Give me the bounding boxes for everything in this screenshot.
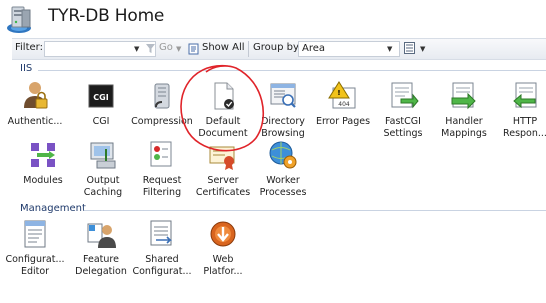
chevron-down-icon: ▼ [387,45,393,53]
feature-request-filtering[interactable]: Request Filtering [131,139,193,199]
show-all-icon [188,43,199,55]
feature-web-platform[interactable]: Web Platfor... [192,218,254,278]
filter-label: Filter: [15,42,43,53]
request-filtering-icon [150,141,172,167]
feature-cgi[interactable]: CGI CGI [70,80,132,128]
feature-label: Handler Mappings [441,116,487,139]
feature-label: Authentic... [7,116,63,127]
feature-error-pages[interactable]: ! 404 Error Pages [312,80,374,128]
view-dropdown-icon[interactable]: ▼ [420,45,425,53]
section-title-iis: IIS [20,63,33,74]
feature-label: CGI [92,116,110,127]
feature-output-caching[interactable]: Output Caching [72,139,134,199]
feature-label: Directory Browsing [261,116,305,139]
feature-label: Feature Delegation [75,254,127,277]
web-platform-icon [210,221,236,247]
feature-label: Modules [23,175,63,186]
group-by-label: Group by: [253,42,302,53]
feature-http-response[interactable]: HTTP Respon... [494,80,546,140]
section-title-management: Management [20,203,86,214]
feature-label: Server Certificates [195,175,251,198]
header: TYR-DB Home [0,0,546,36]
feature-label: Request Filtering [142,175,182,198]
view-toggle-icon[interactable] [404,42,418,55]
feature-directory-browsing[interactable]: Directory Browsing [252,80,314,140]
cgi-icon: CGI [88,84,114,108]
fastcgi-settings-icon [391,82,419,109]
feature-label: Compression [131,116,193,127]
modules-icon [31,143,55,167]
compression-icon [154,83,170,109]
http-response-icon [513,82,537,109]
feature-label: FastCGI Settings [383,116,423,139]
error-icon-text: 404 [338,101,350,108]
section-divider [38,70,546,71]
error-pages-icon: ! 404 [328,81,356,109]
funnel-icon [146,44,155,53]
show-all-button[interactable]: Show All [202,42,245,53]
svg-text:!: ! [337,89,340,97]
feature-label: Web Platfor... [203,254,243,277]
feature-worker-processes[interactable]: Worker Processes [252,139,314,199]
feature-server-certificates[interactable]: Server Certificates [192,139,254,199]
feature-label: Worker Processes [259,175,307,198]
authentication-icon [24,82,48,109]
feature-feature-delegation[interactable]: Feature Delegation [70,218,132,278]
cgi-icon-text: CGI [93,93,108,102]
feature-shared-configuration[interactable]: Shared Configurat... [131,218,193,278]
feature-label: Shared Configurat... [132,254,192,277]
directory-browsing-icon [270,83,296,108]
section-divider [84,210,546,211]
feature-compression[interactable]: Compression [131,80,193,128]
feature-label: HTTP Respon... [503,116,546,139]
group-by-value: Area [302,43,326,54]
toolbar-separator [248,41,249,57]
go-button[interactable]: Go [159,42,173,53]
shared-configuration-icon [150,220,172,246]
feature-fastcgi-settings[interactable]: FastCGI Settings [372,80,434,140]
feature-label: Error Pages [315,116,371,127]
server-certificates-icon [209,146,235,170]
toolbar: Filter: ▼ Go ▼ Show All Group by: Area ▼… [12,38,546,60]
feature-label: Configurat... Editor [5,254,65,277]
feature-modules[interactable]: Modules [12,139,74,187]
worker-processes-icon [269,141,297,169]
configuration-editor-icon [24,220,46,248]
feature-label: Default Document [198,116,248,139]
feature-authentication[interactable]: Authentic... [4,80,66,128]
group-by-select[interactable]: Area ▼ [298,41,400,57]
default-document-icon [214,82,234,110]
go-dropdown-icon[interactable]: ▼ [176,45,181,53]
page-title: TYR-DB Home [48,6,165,26]
feature-delegation-icon [87,223,116,248]
feature-handler-mappings[interactable]: Handler Mappings [433,80,495,140]
output-caching-icon [90,142,116,169]
feature-configuration-editor[interactable]: Configurat... Editor [4,218,66,278]
feature-label: Output Caching [83,175,123,198]
handler-mappings-icon [451,82,476,110]
feature-default-document[interactable]: Default Document [192,80,254,140]
server-icon [7,6,31,33]
filter-dropdown-icon[interactable]: ▼ [134,45,139,53]
